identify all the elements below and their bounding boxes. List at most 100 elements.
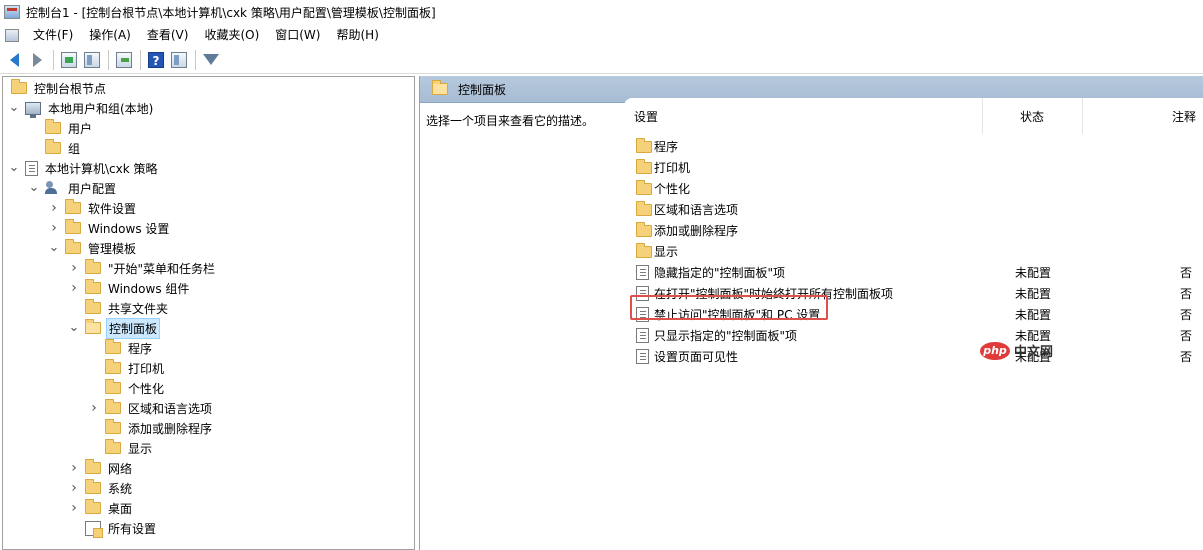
tree-item[interactable]: ⌄ 本地计算机\cxk 策略 (7, 158, 160, 178)
chevron-right-icon[interactable]: › (67, 458, 81, 478)
policy-setting-icon (636, 265, 649, 280)
chevron-down-icon[interactable]: ⌄ (7, 98, 21, 118)
mmc-app-icon[interactable] (4, 5, 20, 19)
tree-item[interactable]: 添加或删除程序 (87, 418, 214, 438)
policy-setting-icon (636, 349, 649, 364)
list-item[interactable]: 隐藏指定的"控制面板"项 未配置 否 (624, 261, 1203, 282)
setting-name: 个性化 (654, 182, 691, 196)
chevron-down-icon[interactable]: ⌄ (7, 158, 21, 178)
tree-item[interactable]: › 桌面 (67, 498, 134, 518)
filter-button[interactable] (200, 49, 222, 71)
list-item[interactable]: 设置页面可见性 未配置否 (624, 345, 1203, 366)
tree-item-label: 区域和语言选项 (128, 401, 213, 416)
setting-name: 区域和语言选项 (654, 203, 739, 217)
tree-item[interactable]: 程序 (87, 338, 154, 358)
folder-icon (85, 459, 101, 474)
chevron-right-icon[interactable]: › (67, 258, 81, 278)
title-bar: 控制台1 - [控制台根节点\本地计算机\cxk 策略\用户配置\管理模板\控制… (0, 0, 1203, 24)
list-item[interactable]: 添加或删除程序 (624, 219, 1203, 240)
tree-item[interactable]: ⌄ 本地用户和组(本地) (7, 98, 155, 118)
tree-item[interactable]: 组 (27, 138, 82, 158)
list-item[interactable]: 只显示指定的"控制面板"项 未配置否 (624, 324, 1203, 345)
chevron-right-icon[interactable]: › (67, 278, 81, 298)
folder-icon (105, 359, 121, 374)
list-item[interactable]: 在打开"控制面板"时始终打开所有控制面板项 未配置 否 (624, 282, 1203, 303)
chevron-right-icon[interactable]: › (87, 398, 101, 418)
chevron-down-icon[interactable]: ⌄ (67, 318, 81, 338)
chevron-down-icon[interactable]: ⌄ (47, 238, 61, 258)
tree-item[interactable]: 个性化 (87, 378, 166, 398)
tree-item[interactable]: 共享文件夹 (67, 298, 170, 318)
tree-item[interactable]: 控制台根节点 (7, 78, 108, 98)
tree-item-label: "开始"菜单和任务栏 (108, 261, 216, 276)
column-header-note[interactable]: 注释 (1083, 98, 1203, 134)
menu-view[interactable]: 查看(V) (139, 24, 197, 46)
folder-icon (85, 499, 101, 514)
menu-window[interactable]: 窗口(W) (267, 24, 328, 46)
tree-item[interactable]: › 区域和语言选项 (87, 398, 214, 418)
forward-button[interactable] (26, 49, 48, 71)
results-pane: 控制面板 选择一个项目来查看它的描述。 设置 状态 注释 程序 打印机 个性化 区域和… (419, 76, 1203, 550)
tree-item-label: 桌面 (108, 501, 133, 516)
list-item[interactable]: 显示 (624, 240, 1203, 261)
setting-name: 隐藏指定的"控制面板"项 (654, 266, 786, 280)
list-item[interactable]: 程序 (624, 135, 1203, 156)
tree-item[interactable]: 所有设置 (67, 518, 158, 538)
chevron-right-icon[interactable]: › (67, 498, 81, 518)
tree-item[interactable]: ⌄ 用户配置 (27, 178, 118, 198)
list-item[interactable]: 个性化 (624, 177, 1203, 198)
policy-document-icon (25, 160, 38, 176)
all-settings-icon (85, 520, 103, 538)
tree-item[interactable]: ⌄ 管理模板 (47, 238, 138, 258)
folder-icon (85, 479, 101, 494)
tree-item-label: 共享文件夹 (108, 301, 169, 316)
tree-item[interactable]: › 网络 (67, 458, 134, 478)
folder-open-icon (432, 80, 448, 95)
tree-item[interactable]: 显示 (87, 438, 154, 458)
folder-icon (85, 259, 101, 274)
back-button[interactable] (3, 49, 25, 71)
help-button[interactable]: ? (145, 49, 167, 71)
setting-note: 否 (1180, 266, 1193, 280)
tree-item[interactable]: 用户 (27, 118, 94, 138)
menu-favorites[interactable]: 收藏夹(O) (196, 24, 267, 46)
menu-file[interactable]: 文件(F) (25, 24, 81, 46)
export-list-icon (116, 51, 132, 68)
show-hide-action-pane-button[interactable] (168, 49, 190, 71)
show-hide-tree-button[interactable] (81, 49, 103, 71)
up-one-level-button[interactable] (58, 49, 80, 71)
tree-item[interactable]: › Windows 设置 (47, 218, 171, 238)
menu-action[interactable]: 操作(A) (81, 24, 139, 46)
setting-name: 添加或删除程序 (654, 224, 739, 238)
tree-item[interactable]: › 系统 (67, 478, 134, 498)
folder-icon (65, 219, 81, 234)
list-item[interactable]: 区域和语言选项 (624, 198, 1203, 219)
chevron-right-icon[interactable]: › (47, 198, 61, 218)
setting-status: 未配置 (1015, 287, 1052, 301)
folder-open-icon (85, 319, 101, 334)
setting-name: 在打开"控制面板"时始终打开所有控制面板项 (654, 287, 894, 301)
list-item[interactable]: 打印机 (624, 156, 1203, 177)
tree-item[interactable]: ⌄ 控制面板 (67, 317, 161, 339)
toolbar-separator (53, 49, 54, 70)
console-tree-pane[interactable]: 控制台根节点 ⌄ 本地用户和组(本地) 用户组 ⌄ 本地计算机\cxk 策略 ⌄ 用户配置 › 软… (2, 76, 415, 550)
menu-help[interactable]: 帮助(H) (328, 24, 386, 46)
chevron-right-icon[interactable]: › (47, 218, 61, 238)
folder-icon (636, 201, 652, 216)
folder-icon (636, 180, 652, 195)
export-list-button[interactable] (113, 49, 135, 71)
chevron-right-icon[interactable]: › (67, 478, 81, 498)
help-icon: ? (148, 51, 164, 68)
chevron-down-icon[interactable]: ⌄ (27, 178, 41, 198)
tree-item[interactable]: 打印机 (87, 358, 166, 378)
column-header-setting[interactable]: 设置 (624, 98, 983, 134)
tree-item[interactable]: › 软件设置 (47, 198, 138, 218)
folder-icon (105, 419, 121, 434)
list-item[interactable]: 禁止访问"控制面板"和 PC 设置 未配置 否 (624, 303, 1203, 324)
console-menu-icon[interactable] (5, 28, 19, 42)
column-header-status[interactable]: 状态 (983, 98, 1083, 134)
tree-item[interactable]: › Windows 组件 (67, 278, 191, 298)
tree-item[interactable]: › "开始"菜单和任务栏 (67, 258, 217, 278)
